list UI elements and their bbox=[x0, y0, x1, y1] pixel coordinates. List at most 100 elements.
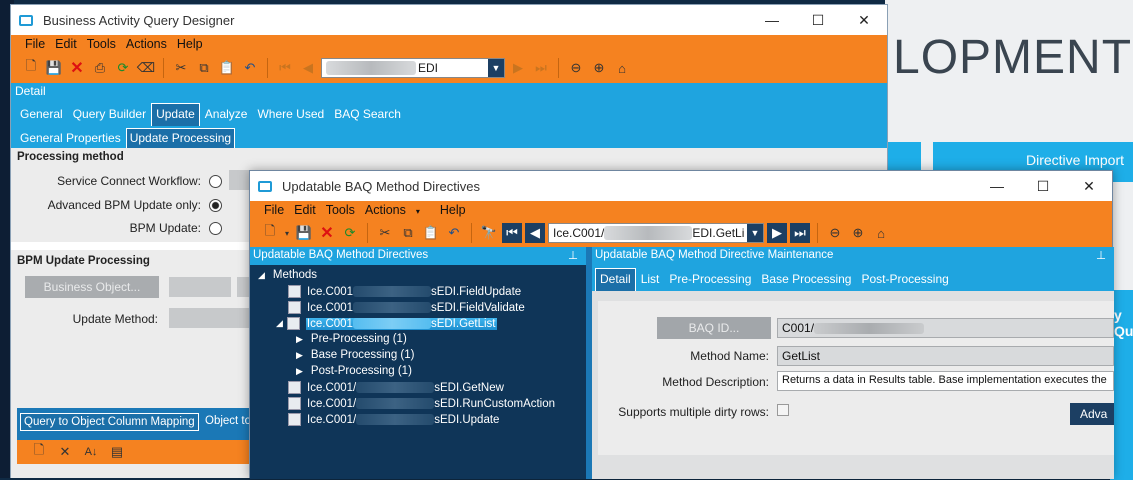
tab-object-to[interactable]: Object to bbox=[205, 415, 251, 427]
export-icon[interactable]: ▤ bbox=[107, 442, 127, 462]
forward-icon[interactable]: ⊕ bbox=[848, 223, 868, 243]
last-record-icon[interactable]: ⏭ bbox=[531, 58, 551, 78]
next-record-icon[interactable]: ▶ bbox=[508, 58, 528, 78]
subtab-update-processing[interactable]: Update Processing bbox=[125, 128, 236, 148]
tab-where-used[interactable]: Where Used bbox=[252, 107, 329, 126]
service-connect-radio[interactable] bbox=[209, 175, 222, 188]
menu-help[interactable]: Help bbox=[177, 37, 203, 51]
tab-pre-processing[interactable]: Pre-Processing bbox=[664, 272, 756, 291]
copy-icon[interactable]: ⧉ bbox=[194, 58, 214, 78]
new-row-icon[interactable]: 🗋 bbox=[29, 442, 49, 462]
tree-method-item[interactable]: Ice.C001 sEDI.FieldUpdate bbox=[288, 285, 521, 298]
menu-tools[interactable]: Tools bbox=[87, 37, 116, 51]
tree-subnode-base-processing[interactable]: ▶ Base Processing (1) bbox=[296, 349, 414, 361]
advanced-bpm-radio[interactable] bbox=[209, 199, 222, 212]
home-icon[interactable]: ⌂ bbox=[871, 223, 891, 243]
menu-actions[interactable]: Actions bbox=[126, 37, 167, 51]
tab-update[interactable]: Update bbox=[151, 103, 200, 126]
eraser-icon[interactable]: ⌫ bbox=[136, 58, 156, 78]
delete-row-icon[interactable]: ✕ bbox=[55, 442, 75, 462]
last-record-icon[interactable]: ⏭ bbox=[790, 223, 810, 243]
menu-edit[interactable]: Edit bbox=[55, 37, 77, 51]
tab-detail[interactable]: Detail bbox=[595, 268, 636, 291]
tab-baq-search[interactable]: BAQ Search bbox=[329, 107, 406, 126]
tree-method-item[interactable]: Ice.C001/sEDI.RunCustomAction bbox=[288, 397, 555, 410]
tree-method-item[interactable]: Ice.C001/sEDI.GetNew bbox=[288, 381, 504, 394]
menu-tools[interactable]: Tools bbox=[326, 203, 355, 217]
first-record-icon[interactable]: ⏮ bbox=[502, 223, 522, 243]
close-button[interactable]: ✕ bbox=[841, 12, 887, 29]
previous-record-icon[interactable]: ◀ bbox=[525, 223, 545, 243]
save-icon[interactable]: 💾 bbox=[294, 223, 314, 243]
chevron-down-icon[interactable]: ▼ bbox=[488, 59, 504, 77]
business-object-button[interactable]: Business Object... bbox=[25, 276, 159, 298]
advanced-button[interactable]: Adva bbox=[1070, 403, 1114, 425]
tree-root[interactable]: ◢ Methods bbox=[258, 269, 317, 281]
menu-actions[interactable]: Actions ▾ bbox=[365, 203, 430, 217]
menu-file[interactable]: File bbox=[25, 37, 45, 51]
paste-icon[interactable]: 📋 bbox=[421, 223, 441, 243]
service-connect-field[interactable] bbox=[229, 170, 251, 190]
tree-method-item[interactable]: Ice.C001/sEDI.Update bbox=[288, 413, 499, 426]
pin-icon[interactable]: ⊥ bbox=[568, 248, 578, 262]
tab-query-to-object-mapping[interactable]: Query to Object Column Mapping bbox=[20, 413, 199, 431]
new-icon[interactable]: 🗋 bbox=[260, 223, 280, 243]
previous-record-icon[interactable]: ◀ bbox=[298, 58, 318, 78]
method-name-field[interactable]: GetList bbox=[777, 346, 1114, 366]
next-record-icon[interactable]: ▶ bbox=[767, 223, 787, 243]
first-record-icon[interactable]: ⏮ bbox=[275, 58, 295, 78]
sort-icon[interactable]: A↓ bbox=[81, 442, 101, 462]
delete-icon[interactable]: ✕ bbox=[67, 58, 87, 78]
copy-icon[interactable]: ⧉ bbox=[398, 223, 418, 243]
cut-icon[interactable]: ✂ bbox=[171, 58, 191, 78]
method-description-field[interactable]: Returns a data in Results table. Base im… bbox=[777, 371, 1114, 391]
refresh-icon[interactable]: ⟳ bbox=[113, 58, 133, 78]
forward-icon[interactable]: ⊕ bbox=[589, 58, 609, 78]
menu-file[interactable]: File bbox=[264, 203, 284, 217]
tab-analyze[interactable]: Analyze bbox=[200, 107, 253, 126]
method-combo[interactable]: Ice.C001/ EDI.GetLi ▼ bbox=[548, 223, 764, 243]
expand-arrow-icon[interactable]: ▶ bbox=[296, 366, 303, 377]
subtab-general-properties[interactable]: General Properties bbox=[15, 131, 126, 148]
tab-query-builder[interactable]: Query Builder bbox=[68, 107, 151, 126]
print-icon[interactable]: ⎙ bbox=[90, 58, 110, 78]
tab-post-processing[interactable]: Post-Processing bbox=[856, 272, 953, 291]
undo-icon[interactable]: ↶ bbox=[240, 58, 260, 78]
delete-icon[interactable]: ✕ bbox=[317, 223, 337, 243]
minimize-button[interactable]: — bbox=[974, 178, 1020, 195]
expand-arrow-icon[interactable]: ▶ bbox=[296, 334, 303, 345]
tree-subnode-post-processing[interactable]: ▶ Post-Processing (1) bbox=[296, 365, 412, 377]
bpm-update-radio[interactable] bbox=[209, 222, 222, 235]
maximize-button[interactable]: ☐ bbox=[795, 12, 841, 29]
close-button[interactable]: ✕ bbox=[1066, 178, 1112, 195]
tree-method-item-selected[interactable]: ◢ Ice.C001 sEDI.GetList bbox=[276, 317, 497, 330]
back-icon[interactable]: ⊖ bbox=[825, 223, 845, 243]
back-icon[interactable]: ⊖ bbox=[566, 58, 586, 78]
maximize-button[interactable]: ☐ bbox=[1020, 178, 1066, 195]
paste-icon[interactable]: 📋 bbox=[217, 58, 237, 78]
tree-method-item[interactable]: Ice.C001 sEDI.FieldValidate bbox=[288, 301, 525, 314]
cut-icon[interactable]: ✂ bbox=[375, 223, 395, 243]
undo-icon[interactable]: ↶ bbox=[444, 223, 464, 243]
chevron-down-icon[interactable]: ▼ bbox=[747, 224, 763, 242]
menu-help[interactable]: Help bbox=[440, 203, 466, 217]
tab-base-processing[interactable]: Base Processing bbox=[756, 272, 856, 291]
home-icon[interactable]: ⌂ bbox=[612, 58, 632, 78]
baq-id-field[interactable]: C001/ bbox=[777, 318, 1114, 338]
collapse-arrow-icon[interactable]: ◢ bbox=[258, 270, 265, 281]
multiple-dirty-rows-checkbox[interactable] bbox=[777, 404, 789, 416]
new-icon[interactable]: 🗋 bbox=[21, 58, 41, 78]
tab-general[interactable]: General bbox=[15, 107, 68, 126]
binoculars-icon[interactable]: 🔭 bbox=[479, 223, 499, 243]
update-method-field[interactable] bbox=[169, 308, 251, 328]
tab-list[interactable]: List bbox=[636, 272, 665, 291]
collapse-arrow-icon[interactable]: ◢ bbox=[276, 318, 283, 329]
save-icon[interactable]: 💾 bbox=[44, 58, 64, 78]
tree-subnode-pre-processing[interactable]: ▶ Pre-Processing (1) bbox=[296, 333, 407, 345]
pin-icon[interactable]: ⊥ bbox=[1096, 248, 1106, 262]
business-object-field[interactable] bbox=[169, 277, 231, 297]
refresh-icon[interactable]: ⟳ bbox=[340, 223, 360, 243]
expand-arrow-icon[interactable]: ▶ bbox=[296, 350, 303, 361]
minimize-button[interactable]: — bbox=[749, 12, 795, 29]
query-combo[interactable]: EDI ▼ bbox=[321, 58, 505, 78]
